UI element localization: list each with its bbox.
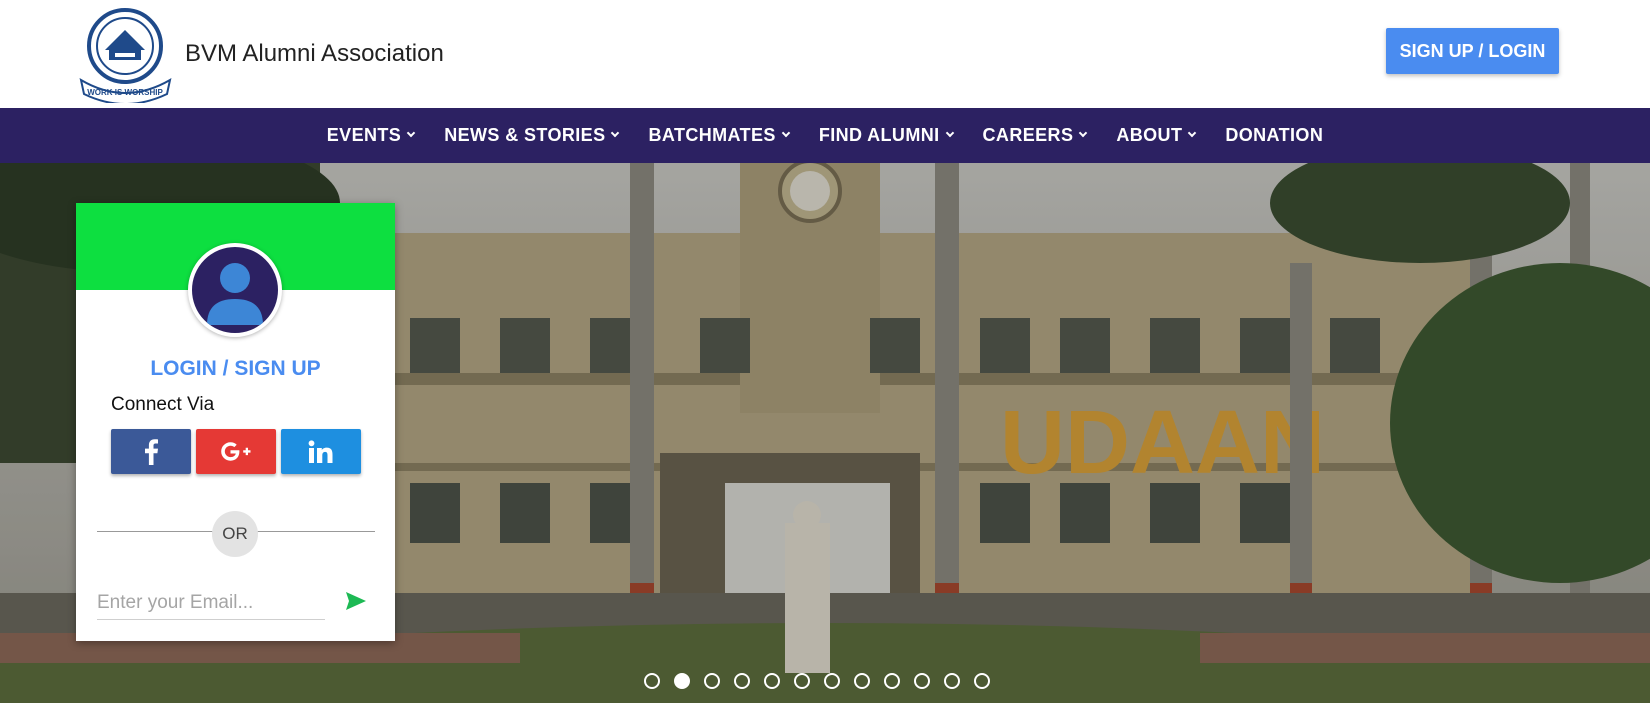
chevron-down-icon [1079, 128, 1088, 138]
svg-text:WORK IS WORSHIP: WORK IS WORSHIP [87, 88, 163, 97]
carousel-dot[interactable] [794, 673, 810, 689]
google-plus-login-button[interactable] [196, 429, 276, 474]
signup-login-button[interactable]: SIGN UP / LOGIN [1386, 28, 1559, 74]
send-button[interactable] [344, 586, 368, 616]
nav-item-events[interactable]: EVENTS [312, 125, 429, 146]
nav-item-careers[interactable]: CAREERS [968, 125, 1102, 146]
facebook-login-button[interactable] [111, 429, 191, 474]
carousel-dot[interactable] [974, 673, 990, 689]
linkedin-icon [308, 439, 333, 463]
carousel-dot[interactable] [944, 673, 960, 689]
chevron-down-icon [406, 128, 416, 138]
carousel-dot[interactable] [914, 673, 930, 689]
chevron-down-icon [781, 128, 791, 138]
send-icon [346, 592, 366, 610]
carousel-dot[interactable] [734, 673, 750, 689]
linkedin-login-button[interactable] [281, 429, 361, 474]
site-title[interactable]: BVM Alumni Association [185, 40, 444, 68]
email-input[interactable] [97, 586, 325, 620]
nav-item-label: ABOUT [1116, 125, 1183, 145]
nav-item-label: CAREERS [982, 125, 1074, 145]
carousel-dot[interactable] [824, 673, 840, 689]
nav-item-label: FIND ALUMNI [818, 125, 940, 145]
main-nav: EVENTS NEWS & STORIES BATCHMATES FIND ALUMN… [0, 108, 1650, 163]
login-signup-title: LOGIN / SIGN UP [150, 357, 321, 380]
nav-item-batchmates[interactable]: BATCHMATES [633, 125, 803, 146]
login-card: LOGIN / SIGN UP Connect Via OR [76, 203, 395, 641]
nav-item-label: DONATION [1225, 125, 1324, 145]
nav-item-label: BATCHMATES [648, 125, 776, 145]
chevron-down-icon [1188, 128, 1197, 138]
nav-item-about[interactable]: ABOUT [1101, 125, 1210, 146]
carousel-dot[interactable] [854, 673, 870, 689]
nav-item-find-alumni[interactable]: FIND ALUMNI [804, 125, 968, 146]
google-plus-icon [221, 441, 251, 461]
nav-item-donation[interactable]: DONATION [1210, 125, 1338, 146]
user-avatar-icon [188, 243, 282, 337]
carousel-indicators [644, 673, 990, 689]
nav-item-news-stories[interactable]: NEWS & STORIES [429, 125, 633, 146]
carousel-dot[interactable] [884, 673, 900, 689]
chevron-down-icon [945, 128, 954, 138]
facebook-icon [145, 438, 158, 465]
site-header: WORK IS WORSHIP BVM Alumni Association S… [0, 0, 1650, 108]
carousel-dot[interactable] [704, 673, 720, 689]
nav-item-label: EVENTS [326, 125, 402, 145]
nav-item-label: NEWS & STORIES [444, 125, 606, 145]
chevron-down-icon [611, 128, 620, 138]
bvm-logo-icon[interactable]: WORK IS WORSHIP [75, 6, 176, 105]
connect-via-label: Connect Via [111, 394, 215, 415]
carousel-dot[interactable] [764, 673, 780, 689]
nav-list: EVENTS NEWS & STORIES BATCHMATES FIND ALUMN… [0, 108, 1650, 163]
carousel-dot[interactable] [674, 673, 690, 689]
carousel-dot[interactable] [644, 673, 660, 689]
or-badge: OR [212, 511, 258, 557]
